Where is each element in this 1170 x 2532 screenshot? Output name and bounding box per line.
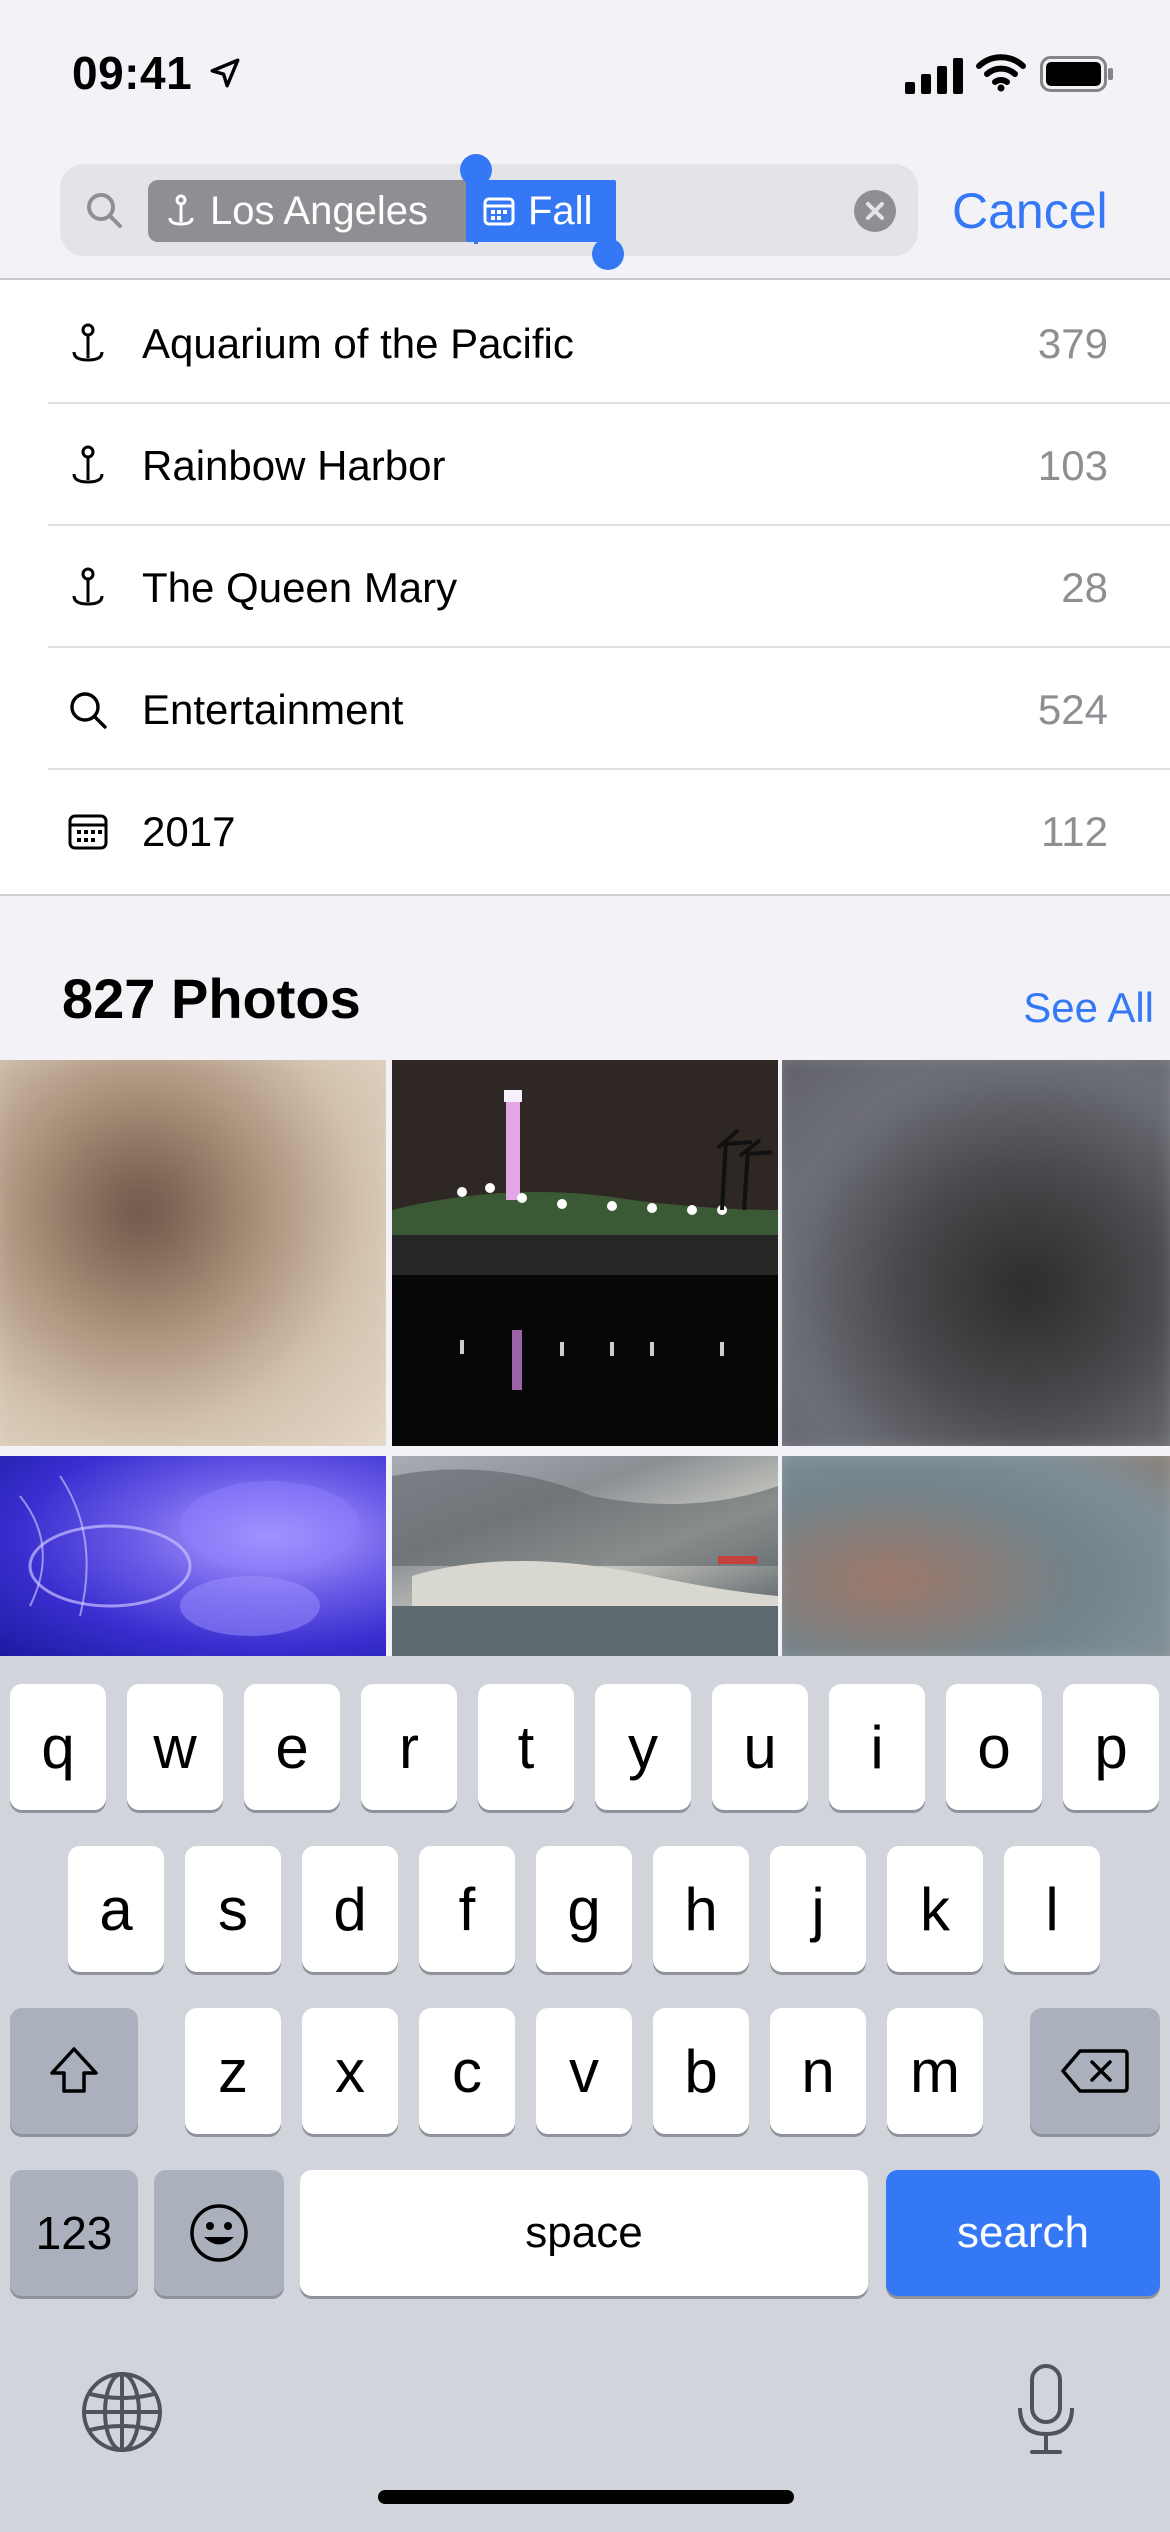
calendar-icon xyxy=(68,814,108,850)
jellyfish-photo-image xyxy=(19,1475,360,1636)
signal-icon xyxy=(905,58,963,94)
suggestion-count: 112 xyxy=(1041,808,1108,855)
selection-handle-end[interactable] xyxy=(592,238,624,270)
list-item[interactable]: 2017 112 xyxy=(0,770,1170,892)
key-j[interactable]: j xyxy=(770,1846,866,1972)
key-m[interactable]: m xyxy=(887,2008,983,2134)
key-z[interactable]: z xyxy=(185,2008,281,2134)
photo-thumbnail[interactable] xyxy=(782,1060,1170,1446)
keyboard: q w e r t y u i o p a s d f g h j k l z … xyxy=(0,1656,1170,2532)
clear-search-button[interactable] xyxy=(854,190,896,232)
globe-icon[interactable] xyxy=(80,2370,164,2454)
photo-thumbnail[interactable] xyxy=(782,1456,1170,1656)
photo-thumbnail[interactable] xyxy=(392,1456,778,1656)
status-bar: 09:41 xyxy=(0,0,1170,150)
space-key[interactable]: space xyxy=(300,2170,868,2296)
cancel-button[interactable]: Cancel xyxy=(952,182,1108,240)
list-item[interactable]: Rainbow Harbor 103 xyxy=(0,404,1170,526)
selection-handle-end-stem xyxy=(606,180,610,246)
location-arrow-icon xyxy=(210,58,240,88)
aquarium-rocks-photo-image xyxy=(392,1469,778,1656)
suggestion-label: The Queen Mary xyxy=(142,564,458,611)
photo-thumbnail[interactable] xyxy=(0,1456,386,1656)
suggestion-label: 2017 xyxy=(142,808,236,855)
key-t[interactable]: t xyxy=(478,1684,574,1810)
calendar-icon xyxy=(483,197,515,226)
list-item[interactable]: Aquarium of the Pacific 379 xyxy=(0,282,1170,404)
photo-image xyxy=(782,1060,1170,1446)
key-g[interactable]: g xyxy=(536,1846,632,1972)
key-e[interactable]: e xyxy=(244,1684,340,1810)
backspace-key[interactable] xyxy=(1030,2008,1160,2134)
search-key[interactable]: search xyxy=(886,2170,1160,2296)
key-s[interactable]: s xyxy=(185,1846,281,1972)
backspace-icon xyxy=(1061,2049,1129,2093)
close-icon xyxy=(866,202,884,220)
key-f[interactable]: f xyxy=(419,1846,515,1972)
key-w[interactable]: w xyxy=(127,1684,223,1810)
search-token-season[interactable]: Fall xyxy=(466,180,616,242)
suggestion-label: Entertainment xyxy=(142,686,404,733)
key-y[interactable]: y xyxy=(595,1684,691,1810)
selection-handle-start-stem xyxy=(474,178,478,244)
selection-handle-start[interactable] xyxy=(460,154,492,186)
photos-section: 827 Photos See All xyxy=(0,896,1170,1656)
search-icon xyxy=(87,193,122,228)
key-b[interactable]: b xyxy=(653,2008,749,2134)
search-field[interactable]: Los Angeles Fall xyxy=(60,154,918,270)
suggestion-label: Rainbow Harbor xyxy=(142,442,446,489)
home-indicator[interactable] xyxy=(378,2490,794,2504)
key-r[interactable]: r xyxy=(361,1684,457,1810)
numbers-key[interactable]: 123 xyxy=(10,2170,138,2296)
key-n[interactable]: n xyxy=(770,2008,866,2134)
key-c[interactable]: c xyxy=(419,2008,515,2134)
key-p[interactable]: p xyxy=(1063,1684,1159,1810)
list-item[interactable]: Entertainment 524 xyxy=(0,648,1170,770)
search-icon xyxy=(70,692,107,729)
photo-thumbnail[interactable] xyxy=(0,1060,386,1446)
key-a[interactable]: a xyxy=(68,1846,164,1972)
key-h[interactable]: h xyxy=(653,1846,749,1972)
suggestion-count: 28 xyxy=(1061,564,1108,611)
suggestion-count: 379 xyxy=(1037,320,1108,367)
see-all-button[interactable]: See All xyxy=(1023,984,1154,1032)
place-icon xyxy=(72,567,104,606)
suggestion-count: 524 xyxy=(1037,686,1108,733)
key-l[interactable]: l xyxy=(1004,1846,1100,1972)
place-icon xyxy=(72,445,104,484)
key-x[interactable]: x xyxy=(302,2008,398,2134)
status-time: 09:41 xyxy=(72,47,193,99)
battery-icon xyxy=(1040,56,1113,92)
photos-count-title: 827 Photos xyxy=(62,967,361,1030)
place-icon xyxy=(72,323,104,362)
emoji-key[interactable] xyxy=(154,2170,284,2296)
emoji-icon xyxy=(190,2204,248,2262)
search-token-location-label: Los Angeles xyxy=(210,188,428,233)
suggestion-count: 103 xyxy=(1037,442,1108,489)
place-icon xyxy=(168,194,194,226)
search-token-season-label: Fall xyxy=(528,188,593,233)
lighthouse-photo-image xyxy=(392,1060,778,1446)
photo-thumbnail[interactable] xyxy=(392,1060,778,1446)
microphone-icon[interactable] xyxy=(1014,2362,1078,2458)
shift-icon xyxy=(50,2047,98,2093)
key-v[interactable]: v xyxy=(536,2008,632,2134)
key-k[interactable]: k xyxy=(887,1846,983,1972)
suggestion-label: Aquarium of the Pacific xyxy=(142,320,574,367)
wifi-icon xyxy=(976,54,1026,92)
search-token-location[interactable]: Los Angeles xyxy=(148,180,520,242)
key-d[interactable]: d xyxy=(302,1846,398,1972)
photo-image xyxy=(782,1456,1170,1656)
shift-key[interactable] xyxy=(10,2008,138,2134)
suggestions-list: Aquarium of the Pacific 379 Rainbow Harb… xyxy=(0,282,1170,896)
key-q[interactable]: q xyxy=(10,1684,106,1810)
key-u[interactable]: u xyxy=(712,1684,808,1810)
key-i[interactable]: i xyxy=(829,1684,925,1810)
key-o[interactable]: o xyxy=(946,1684,1042,1810)
list-item[interactable]: The Queen Mary 28 xyxy=(0,526,1170,648)
search-header: Los Angeles Fall Cancel xyxy=(0,150,1170,280)
photo-image xyxy=(0,1060,386,1446)
